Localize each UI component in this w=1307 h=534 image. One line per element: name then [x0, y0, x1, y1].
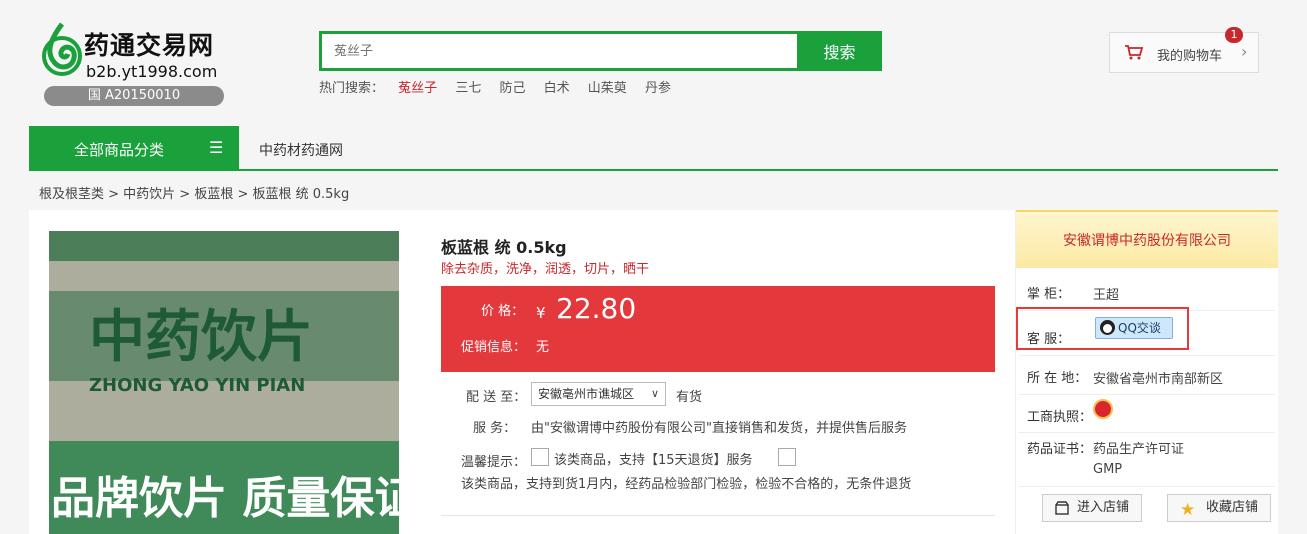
divider: [1019, 394, 1275, 395]
hot-search-item[interactable]: 丹参: [645, 81, 671, 96]
service-label: 服 务：: [473, 421, 517, 436]
ship-to-label: 配 送 至：: [466, 390, 527, 405]
price-label: 价 格：: [481, 304, 525, 319]
hot-search-label: 热门搜索：: [319, 81, 385, 96]
logo-url: b2b.yt1998.com: [86, 62, 218, 81]
cart-label: 我的购物车: [1157, 49, 1223, 64]
enter-shop-button[interactable]: 进入店铺: [1042, 494, 1142, 522]
chevron-down-icon: ∨: [650, 387, 659, 400]
drug-cert-value: 药品生产许可证: [1093, 442, 1185, 457]
hot-search-item[interactable]: 山茱萸: [588, 81, 627, 96]
shop-icon: [1055, 501, 1069, 515]
favorite-shop-label: 收藏店铺: [1206, 500, 1259, 515]
ship-to-select[interactable]: 安徽亳州市谯城区 ∨: [531, 382, 666, 406]
price-value: 22.80: [556, 292, 637, 325]
enter-shop-label: 进入店铺: [1077, 500, 1130, 515]
return-15day-checkbox[interactable]: [531, 448, 549, 466]
section-divider: [441, 515, 995, 516]
nav-divider: [29, 169, 1278, 171]
manager-value: 王超: [1093, 288, 1120, 303]
hot-search-item[interactable]: 三七: [455, 81, 481, 96]
divider: [1019, 486, 1275, 487]
drug-cert-label: 药品证书：: [1027, 442, 1093, 457]
all-categories-label: 全部商品分类: [74, 141, 165, 159]
breadcrumb[interactable]: 根及根茎类 > 中药饮片 > 板蓝根 > 板蓝根 统 0.5kg: [39, 183, 349, 202]
manager-label: 掌 柜：: [1027, 287, 1071, 302]
price-currency: ¥: [536, 304, 546, 322]
favorite-shop-button[interactable]: ★ 收藏店铺: [1167, 494, 1271, 522]
service-value: 由"安徽谓博中药股份有限公司"直接销售和发货，并提供售后服务: [531, 421, 907, 436]
chevron-right-icon: ›: [1241, 42, 1248, 61]
license-badge: 国 A20150010: [44, 86, 224, 106]
gmp-cert-value: GMP: [1093, 462, 1123, 477]
shop-header: 安徽谓博中药股份有限公司: [1016, 210, 1278, 268]
product-title: 板蓝根 统 0.5kg: [441, 238, 567, 257]
search-input[interactable]: [319, 31, 799, 71]
hot-search-item[interactable]: 防己: [499, 81, 525, 96]
menu-list-icon: ☰: [209, 138, 224, 157]
location-value: 安徽省亳州市南部新区: [1093, 372, 1224, 387]
tip-checkbox[interactable]: [778, 448, 796, 466]
divider: [1019, 355, 1275, 356]
ship-to-value: 安徽亳州市谯城区: [538, 387, 635, 401]
shop-name[interactable]: 安徽谓博中药股份有限公司: [1016, 230, 1278, 250]
license-emblem-icon[interactable]: [1093, 399, 1113, 419]
cart-count-badge: 1: [1225, 27, 1243, 43]
search-button[interactable]: 搜索: [797, 31, 882, 71]
stock-status: 有货: [676, 390, 703, 405]
product-subtitle: 除去杂质，洗净，润透，切片，晒干: [441, 262, 650, 277]
logo-title: 药通交易网: [84, 31, 215, 60]
promo-value: 无: [536, 340, 550, 355]
nav-link-yt[interactable]: 中药材药通网: [259, 140, 343, 160]
tip-label: 温馨提示：: [461, 455, 527, 470]
hot-searches: 热门搜索： 菟丝子 三七 防己 白术 山茱萸 丹参: [319, 77, 685, 96]
tip-return-text: 该类商品，支持【15天退货】服务: [554, 453, 753, 468]
cart-icon: [1125, 45, 1144, 60]
highlight-box: [1016, 307, 1189, 350]
product-image[interactable]: 中药饮片 ZHONG YAO YIN PIAN 品牌饮片 质量保证: [49, 231, 399, 534]
tip-quality-text: 该类商品，支持到货1月内，经药品检验部门检验，检验不合格的，无条件退货: [461, 477, 912, 492]
svg-text:品牌饮片 质量保证: 品牌饮片 质量保证: [51, 473, 399, 524]
divider: [1019, 432, 1275, 433]
shop-info-panel: 安徽谓博中药股份有限公司 掌 柜： 王超 客 服： QQ交谈 所 在 地： 安徽…: [1015, 210, 1278, 534]
site-logo[interactable]: 药通交易网 b2b.yt1998.com 国 A20150010: [42, 20, 227, 108]
hot-search-item[interactable]: 白术: [544, 81, 570, 96]
price-box: 价 格： ¥ 22.80 促销信息： 无: [441, 286, 995, 372]
svg-text:ZHONG YAO YIN PIAN: ZHONG YAO YIN PIAN: [89, 375, 305, 396]
cart-button[interactable]: 我的购物车 › 1: [1109, 27, 1259, 73]
logo-leaf-icon: [42, 22, 82, 76]
search-bar: 搜索: [319, 31, 882, 71]
star-icon: ★: [1180, 500, 1196, 520]
business-license-label: 工商执照：: [1027, 410, 1093, 425]
promo-label: 促销信息：: [461, 340, 527, 355]
hot-search-item[interactable]: 菟丝子: [398, 81, 437, 96]
location-label: 所 在 地：: [1027, 371, 1088, 386]
svg-text:中药饮片: 中药饮片: [89, 305, 313, 370]
all-categories-menu[interactable]: 全部商品分类 ☰: [29, 126, 239, 170]
product-panel: 中药饮片 ZHONG YAO YIN PIAN 品牌饮片 质量保证 板蓝根 统 …: [29, 210, 1278, 534]
